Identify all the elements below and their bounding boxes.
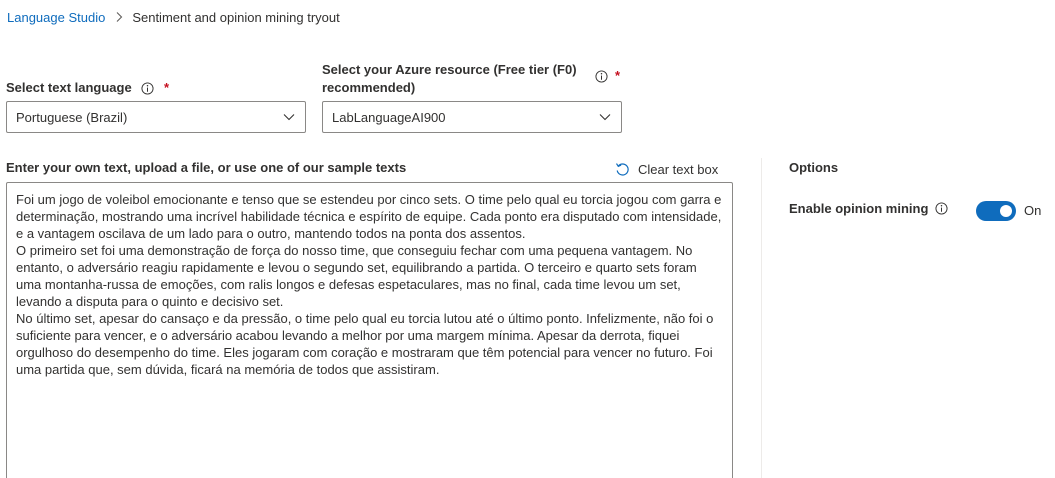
- sentiment-tryout-page: Language Studio Sentiment and opinion mi…: [0, 0, 1055, 478]
- azure-resource-dropdown[interactable]: LabLanguageAI900: [322, 101, 622, 133]
- azure-resource-label: Select your Azure resource (Free tier (F…: [322, 61, 592, 97]
- azure-resource-selected-value: LabLanguageAI900: [332, 109, 446, 125]
- chevron-down-icon: [599, 113, 611, 121]
- breadcrumb-current-page: Sentiment and opinion mining tryout: [132, 9, 340, 25]
- text-language-selected-value: Portuguese (Brazil): [16, 109, 128, 125]
- azure-resource-label-line2: recommended): [322, 80, 416, 95]
- azure-resource-label-line1: Select your Azure resource (Free tier (F…: [322, 62, 577, 77]
- breadcrumb: Language Studio Sentiment and opinion mi…: [7, 7, 340, 27]
- info-icon[interactable]: [595, 70, 608, 83]
- text-paragraph-2: O primeiro set foi uma demonstração de f…: [16, 243, 701, 309]
- text-paragraph-1: Foi um jogo de voleibol emocionante e te…: [16, 192, 725, 241]
- text-language-dropdown[interactable]: Portuguese (Brazil): [6, 101, 306, 133]
- text-input-label: Enter your own text, upload a file, or u…: [6, 160, 407, 175]
- text-paragraph-3: No último set, apesar do cansaço e da pr…: [16, 311, 717, 377]
- opinion-mining-label-text: Enable opinion mining: [789, 201, 929, 216]
- text-input-area[interactable]: Foi um jogo de voleibol emocionante e te…: [6, 182, 733, 478]
- toggle-knob: [1000, 205, 1012, 217]
- undo-icon: [614, 161, 630, 177]
- text-language-label: Select text language *: [6, 79, 169, 97]
- clear-text-box-button[interactable]: Clear text box: [614, 159, 718, 179]
- chevron-right-icon: [115, 11, 123, 23]
- opinion-mining-state: On: [1024, 203, 1042, 218]
- info-icon[interactable]: [935, 202, 948, 215]
- breadcrumb-language-studio-link[interactable]: Language Studio: [7, 10, 105, 25]
- required-asterisk: *: [615, 68, 621, 83]
- options-heading: Options: [789, 160, 839, 175]
- text-language-label-text: Select text language: [6, 80, 132, 95]
- opinion-mining-label: Enable opinion mining: [789, 201, 948, 216]
- clear-text-box-label: Clear text box: [638, 161, 719, 177]
- chevron-down-icon: [283, 113, 295, 121]
- required-asterisk: *: [163, 80, 170, 95]
- opinion-mining-toggle[interactable]: [976, 201, 1016, 221]
- info-icon[interactable]: [141, 82, 154, 95]
- panel-divider: [761, 158, 762, 478]
